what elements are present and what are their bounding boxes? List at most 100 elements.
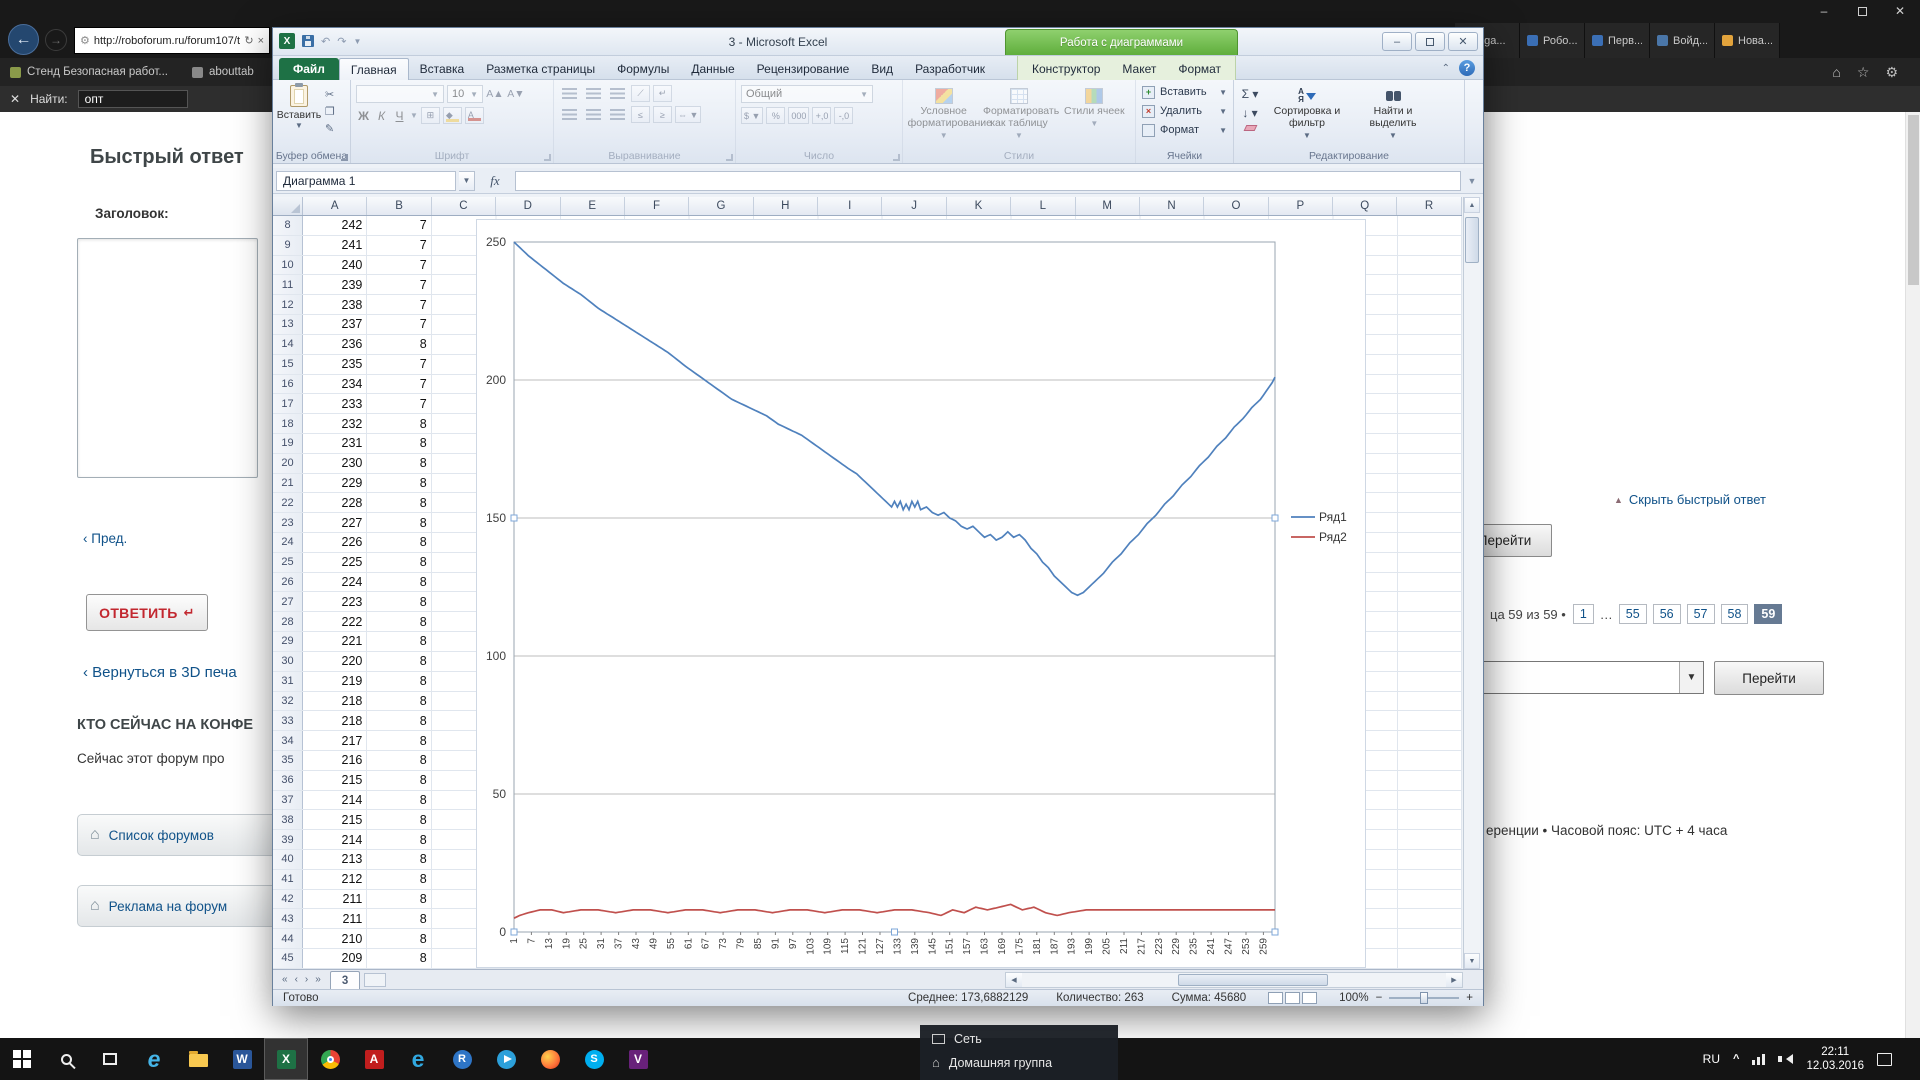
insert-function-icon[interactable]: fx [478,173,512,189]
cell-A[interactable]: 234 [303,375,367,394]
cell-A[interactable]: 223 [303,592,367,611]
cell-B[interactable]: 8 [367,909,431,928]
cell-A[interactable]: 217 [303,731,367,750]
column-header[interactable]: A [303,197,367,215]
normal-view-icon[interactable] [1268,992,1283,1004]
row-header[interactable]: 10 [273,256,303,275]
favorites-item[interactable]: Стенд Безопасная работ... [10,66,168,78]
taskbar-search-icon[interactable] [44,1038,88,1080]
excel-logo-icon[interactable]: X [279,33,295,49]
browser-tab[interactable]: Перв... [1585,23,1650,58]
refresh-icon[interactable]: ↻ [244,34,253,47]
cell-A[interactable]: 210 [303,929,367,948]
row-header[interactable]: 41 [273,870,303,889]
flyout-item[interactable]: ⌂Домашняя группа [932,1055,1106,1070]
cell-A[interactable]: 233 [303,394,367,413]
cell-A[interactable]: 218 [303,692,367,711]
taskbar-chrome-icon[interactable] [308,1038,352,1080]
cell-B[interactable]: 8 [367,830,431,849]
cell-B[interactable]: 7 [367,295,431,314]
cell-A[interactable]: 232 [303,414,367,433]
ribbon-tab[interactable]: Конструктор [1021,58,1111,80]
column-header[interactable]: B [367,197,431,215]
help-icon[interactable]: ? [1459,60,1475,76]
increase-indent-icon[interactable]: ≥ [653,106,672,123]
cell-A[interactable]: 209 [303,949,367,968]
page-link[interactable]: 58 [1721,604,1749,624]
column-header[interactable]: Q [1333,197,1397,215]
borders-icon[interactable]: ⊞ [421,107,440,124]
cell-A[interactable]: 216 [303,751,367,770]
excel-minimize-button[interactable]: – [1382,32,1412,51]
cell-B[interactable]: 8 [367,592,431,611]
cell-B[interactable]: 8 [367,573,431,592]
cell-A[interactable]: 215 [303,810,367,829]
autosum-icon[interactable]: Σ ▾ [1242,87,1259,101]
cell-B[interactable]: 8 [367,414,431,433]
page-link[interactable]: 55 [1619,604,1647,624]
cell-B[interactable]: 7 [367,275,431,294]
row-header[interactable]: 36 [273,771,303,790]
fill-color-icon[interactable]: ◆ [443,107,462,124]
cell-A[interactable]: 226 [303,533,367,552]
forum-ads-link[interactable]: Реклама на форум [109,899,227,914]
cells-button[interactable]: +Вставить▼ [1139,83,1230,101]
favorites-item[interactable]: abouttab [192,66,254,78]
cell-B[interactable]: 7 [367,256,431,275]
page-break-view-icon[interactable] [1302,992,1317,1004]
redo-icon[interactable]: ↷ [337,35,346,48]
column-header[interactable]: D [496,197,560,215]
styles-button[interactable]: Условное форматирование▼ [908,83,980,148]
cell-A[interactable]: 214 [303,830,367,849]
cell-B[interactable]: 8 [367,533,431,552]
column-header[interactable]: G [689,197,753,215]
name-box[interactable]: Диаграмма 1 [276,171,456,191]
taskbar-excel-icon[interactable]: X [264,1038,308,1080]
hide-quick-reply-link[interactable]: ▲ Скрыть быстрый ответ [1614,492,1766,507]
taskbar-task-view-icon[interactable] [88,1038,132,1080]
excel-restore-button[interactable] [1415,32,1445,51]
row-header[interactable]: 26 [273,573,303,592]
row-header[interactable]: 45 [273,949,303,968]
go-button-bottom[interactable]: Перейти [1714,661,1824,695]
cell-B[interactable]: 8 [367,870,431,889]
align-left-icon[interactable] [562,109,577,120]
underline-button[interactable]: Ч [392,109,407,123]
row-header[interactable]: 21 [273,474,303,493]
wrap-text-icon[interactable]: ↵ [653,85,672,102]
increase-decimal-icon[interactable]: +,0 [812,107,831,124]
scroll-down-icon[interactable]: ▼ [1464,953,1480,969]
grow-font-icon[interactable]: А▲ [486,88,504,100]
row-header[interactable]: 19 [273,434,303,453]
ribbon-tab[interactable]: Файл [279,58,339,80]
cell-A[interactable]: 229 [303,474,367,493]
taskbar-skype-icon[interactable]: S [572,1038,616,1080]
browser-tab[interactable]: Робо... [1520,23,1585,58]
row-header[interactable]: 33 [273,711,303,730]
taskbar-edge-icon[interactable]: e [396,1038,440,1080]
styles-button[interactable]: Форматировать как таблицу▼ [983,83,1055,148]
browser-minimize-button[interactable]: – [1810,2,1838,20]
next-sheet-icon[interactable]: › [305,974,308,985]
first-sheet-icon[interactable]: « [282,974,288,985]
cut-icon[interactable]: ✂ [325,88,335,101]
align-bottom-icon[interactable] [610,88,625,99]
align-center-icon[interactable] [586,109,601,120]
flyout-item[interactable]: Сеть [932,1032,1106,1046]
row-header[interactable]: 12 [273,295,303,314]
zoom-out-icon[interactable]: − [1376,992,1383,1004]
browser-maximize-button[interactable] [1848,2,1876,20]
row-header[interactable]: 23 [273,513,303,532]
align-right-icon[interactable] [610,109,625,120]
row-header[interactable]: 9 [273,236,303,255]
row-header[interactable]: 38 [273,810,303,829]
cell-B[interactable]: 8 [367,474,431,493]
find-input[interactable]: опт [78,90,188,108]
settings-gear-icon[interactable]: ⚙ [1885,64,1898,81]
ribbon-tab[interactable]: Формулы [606,58,680,80]
page-scrollbar[interactable] [1905,112,1920,1038]
cell-B[interactable]: 8 [367,890,431,909]
horizontal-scrollbar[interactable]: ◀ ▶ [1005,972,1463,988]
row-header[interactable]: 34 [273,731,303,750]
font-name-combo[interactable]: ▼ [356,85,444,103]
